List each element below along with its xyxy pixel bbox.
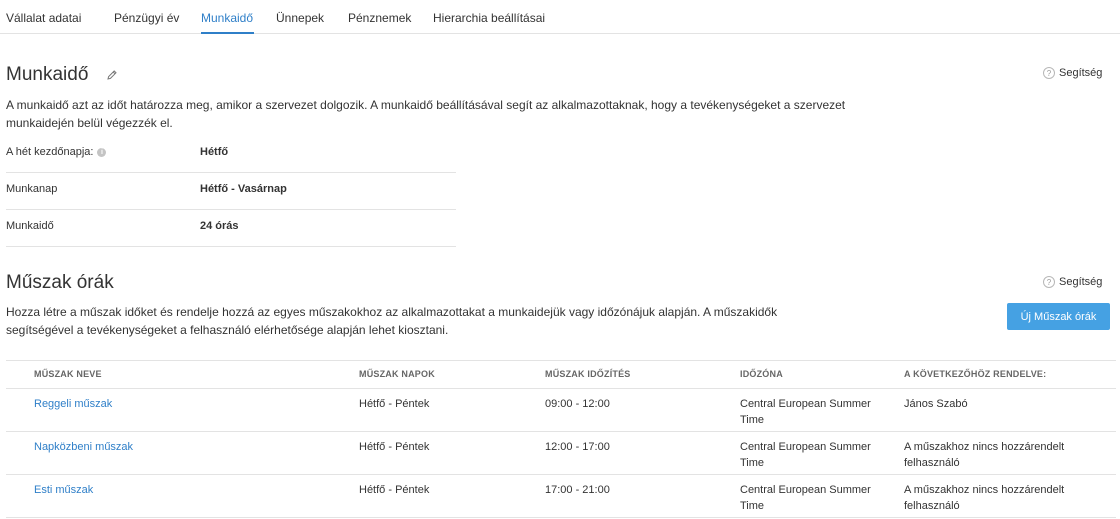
shift-name-link[interactable]: Reggeli műszak: [34, 396, 112, 412]
info-icon[interactable]: i: [97, 147, 107, 157]
description-line: munkaidején belül végezzék el.: [6, 116, 173, 130]
shift-assigned: A műszakhoz nincs hozzárendelt felhaszná…: [904, 441, 1065, 469]
table-row: Esti műszak Hétfő - Péntek 17:00 - 21:00…: [6, 475, 1116, 518]
column-header-name: MŰSZAK NEVE: [34, 369, 102, 379]
shift-days: Hétfő - Péntek: [359, 398, 430, 410]
help-icon: ?: [1043, 276, 1055, 288]
tab-currencies[interactable]: Pénznemek: [348, 11, 411, 25]
shift-days: Hétfő - Péntek: [359, 484, 430, 496]
week-start-row: A hét kezdőnapja: i Hétfő: [6, 136, 456, 173]
column-header-timezone: IDŐZÓNA: [740, 369, 783, 379]
working-hours-title: Munkaidő: [6, 64, 89, 85]
shift-table: MŰSZAK NEVE MŰSZAK NAPOK MŰSZAK IDŐZÍTÉS…: [6, 360, 1116, 518]
tab-fiscal-year[interactable]: Pénzügyi év: [114, 11, 179, 25]
shift-assigned: János Szabó: [904, 398, 968, 410]
tab-hierarchy-settings[interactable]: Hierarchia beállításai: [433, 11, 545, 25]
shift-timezone: Central European Summer Time: [740, 484, 871, 512]
tab-working-hours[interactable]: Munkaidő: [201, 11, 253, 25]
help-icon: ?: [1043, 67, 1055, 79]
shift-assigned: A műszakhoz nincs hozzárendelt felhaszná…: [904, 484, 1065, 512]
settings-tabs: Vállalat adatai Pénzügyi év Munkaidő Ünn…: [0, 0, 1120, 34]
pencil-icon[interactable]: [106, 69, 118, 81]
workdays-value: Hétfő - Vasárnap: [200, 183, 287, 195]
shift-hours-description: Hozza létre a műszak időket és rendelje …: [6, 303, 777, 339]
column-header-days: MŰSZAK NAPOK: [359, 369, 435, 379]
shift-timezone: Central European Summer Time: [740, 441, 871, 469]
shift-name-link[interactable]: Esti műszak: [34, 482, 93, 498]
shift-timezone: Central European Summer Time: [740, 398, 871, 426]
column-header-assigned: A KÖVETKEZŐHÖZ RENDELVE:: [904, 369, 1047, 379]
help-label: Segítség: [1059, 67, 1103, 79]
table-header: MŰSZAK NEVE MŰSZAK NAPOK MŰSZAK IDŐZÍTÉS…: [6, 360, 1116, 389]
description-line: segítségével a tevékenységeket a felhasz…: [6, 323, 449, 337]
workdays-label: Munkanap: [6, 183, 58, 195]
active-tab-indicator: [201, 32, 254, 34]
shift-timing: 17:00 - 21:00: [545, 484, 610, 496]
description-line: Hozza létre a műszak időket és rendelje …: [6, 305, 778, 319]
description-line: A munkaidő azt az időt határozza meg, am…: [6, 98, 846, 112]
week-start-value: Hétfő: [200, 146, 229, 158]
working-time-row: Munkaidő 24 órás: [6, 210, 456, 247]
working-hours-description: A munkaidő azt az időt határozza meg, am…: [6, 96, 845, 132]
shift-name-link[interactable]: Napközbeni műszak: [34, 439, 133, 455]
shift-hours-help-link[interactable]: ? Segítség: [1043, 276, 1102, 288]
new-shift-button[interactable]: Új Műszak órák: [1007, 303, 1110, 330]
week-start-label: A hét kezdőnapja: i: [6, 146, 107, 158]
shift-hours-title: Műszak órák: [6, 272, 114, 293]
help-label: Segítség: [1059, 276, 1103, 288]
tab-holidays[interactable]: Ünnepek: [276, 11, 324, 25]
workdays-row: Munkanap Hétfő - Vasárnap: [6, 173, 456, 210]
shift-timing: 09:00 - 12:00: [545, 398, 610, 410]
shift-days: Hétfő - Péntek: [359, 441, 430, 453]
table-row: Napközbeni műszak Hétfő - Péntek 12:00 -…: [6, 432, 1116, 475]
tab-company-details[interactable]: Vállalat adatai: [6, 11, 81, 25]
column-header-timing: MŰSZAK IDŐZÍTÉS: [545, 369, 631, 379]
table-row: Reggeli műszak Hétfő - Péntek 09:00 - 12…: [6, 389, 1116, 432]
working-hours-help-link[interactable]: ? Segítség: [1043, 67, 1102, 79]
shift-timing: 12:00 - 17:00: [545, 441, 610, 453]
working-time-label: Munkaidő: [6, 220, 54, 232]
working-time-value: 24 órás: [200, 220, 239, 232]
